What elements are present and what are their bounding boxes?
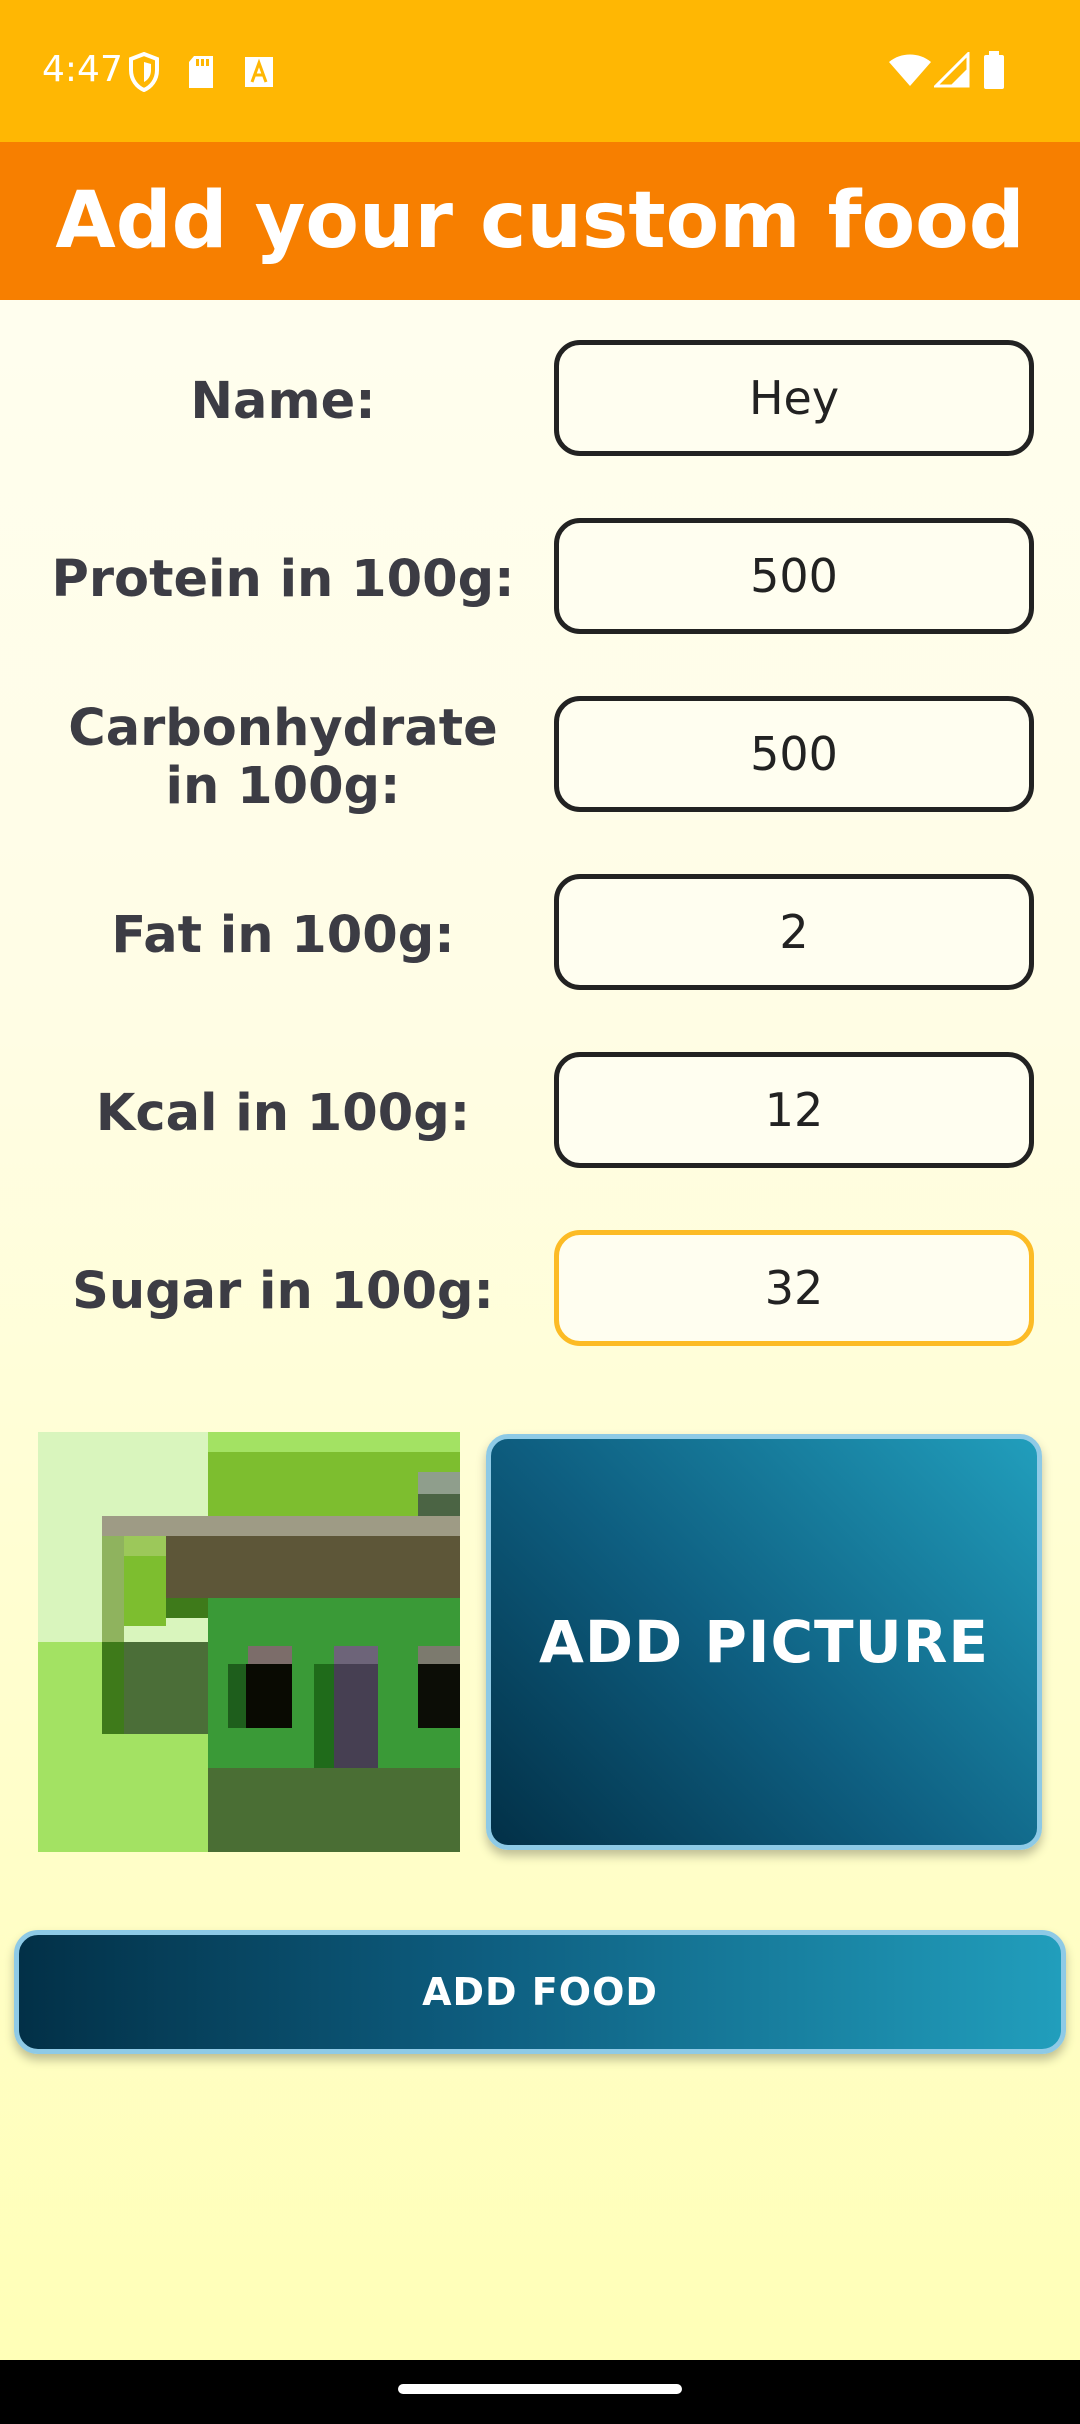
sd-card-icon — [189, 56, 213, 88]
add-picture-button[interactable]: ADD PICTURE — [486, 1434, 1042, 1850]
food-image-preview — [38, 1432, 460, 1852]
name-input[interactable] — [554, 340, 1034, 456]
fat-label: Fat in 100g: — [111, 906, 455, 965]
carbohydrate-input[interactable] — [554, 696, 1034, 812]
shield-icon — [129, 52, 159, 92]
home-indicator[interactable] — [398, 2384, 682, 2394]
kcal-label: Kcal in 100g: — [95, 1084, 471, 1143]
carbohydrate-label: Carbonhydrate in 100g: — [68, 699, 498, 816]
sugar-label: Sugar in 100g: — [72, 1262, 494, 1321]
status-time: 4:47 — [42, 49, 123, 90]
sugar-input[interactable] — [554, 1230, 1034, 1346]
status-bar: 4:47 — [0, 0, 1080, 142]
name-label: Name: — [190, 372, 376, 431]
wifi-icon — [889, 54, 931, 86]
battery-icon — [984, 51, 1004, 89]
protein-label: Protein in 100g: — [51, 550, 515, 609]
header-bar: Add your custom food — [0, 142, 1080, 300]
navigation-bar — [0, 2360, 1080, 2424]
add-food-button[interactable]: ADD FOOD — [14, 1930, 1066, 2054]
font-icon — [245, 57, 273, 87]
fat-input[interactable] — [554, 874, 1034, 990]
cellular-signal-icon — [934, 52, 970, 88]
kcal-input[interactable] — [554, 1052, 1034, 1168]
page-title: Add your custom food — [55, 176, 1025, 266]
app-screen: 4:47 Add your custom food Name: Hey Prot… — [0, 0, 1080, 2424]
protein-input[interactable] — [554, 518, 1034, 634]
